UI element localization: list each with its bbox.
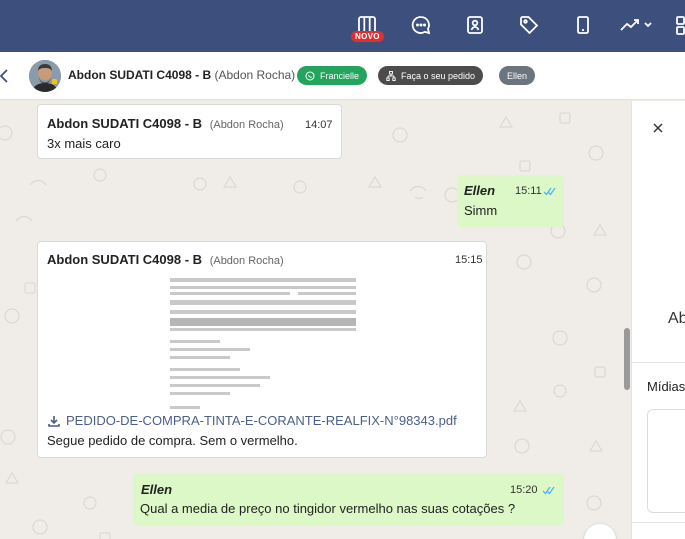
document-filename: PEDIDO-DE-COMPRA-TINTA-E-CORANTE-REALFIX… [66, 413, 457, 428]
avatar[interactable] [29, 60, 61, 92]
order-flow-chip[interactable]: Faça o seu pedido [378, 66, 484, 85]
contacts-icon[interactable] [464, 14, 486, 36]
download-icon [48, 415, 60, 427]
tag-icon[interactable] [518, 14, 540, 36]
chat-messages-area[interactable]: Abdon SUDATI C4098 - B (Abdon Rocha) 14:… [0, 101, 625, 539]
chip-label: Faça o seu pedido [401, 70, 476, 81]
contact-name: Abdon SUDATI C4098 - B (Abdon Rocha) [68, 68, 295, 82]
message-sender: Ellen [141, 482, 173, 497]
contact-display-name: Abdon SUDATI C4098 - B [68, 68, 212, 82]
outgoing-message[interactable]: Ellen 15:11 Simm [457, 175, 564, 227]
divider [632, 522, 685, 523]
incoming-document-message[interactable]: Abdon SUDATI C4098 - B (Abdon Rocha) 15:… [37, 241, 487, 458]
message-sender: Abdon SUDATI C4098 - B [47, 116, 203, 131]
grid-icon[interactable] [675, 14, 685, 36]
chat-header: Abdon SUDATI C4098 - B (Abdon Rocha) Fra… [0, 52, 685, 100]
incoming-message[interactable]: Abdon SUDATI C4098 - B (Abdon Rocha) 14:… [37, 104, 342, 159]
message-text: 3x mais caro [47, 136, 121, 151]
trend-icon[interactable] [620, 14, 654, 36]
read-receipt-icon [542, 486, 555, 495]
read-receipt-icon [543, 187, 556, 196]
assigned-agent-chip[interactable]: Ellen [499, 66, 536, 85]
message-sender-sub: (Abdon Rocha) [209, 119, 284, 131]
contact-sub-name: (Abdon Rocha) [214, 68, 296, 82]
chip-label: Francielle [320, 70, 360, 81]
whatsapp-icon [305, 71, 315, 80]
back-arrow-icon[interactable] [0, 66, 14, 86]
message-time: 15:11 [515, 185, 542, 197]
top-navigation-bar: NOVO [0, 0, 685, 52]
message-sender-sub: (Abdon Rocha) [209, 255, 284, 267]
document-preview-thumbnail[interactable] [168, 276, 360, 414]
media-gallery-box[interactable] [647, 409, 685, 513]
outgoing-message[interactable]: Ellen 15:20 Qual a media de preço no tin… [133, 473, 564, 525]
message-time: 15:20 [510, 484, 538, 496]
mobile-icon[interactable] [572, 14, 594, 36]
contact-details-panel: Ab Mídias [631, 101, 685, 539]
message-sender-line: Abdon SUDATI C4098 - B (Abdon Rocha) [47, 252, 284, 267]
whatsapp-channel-chip[interactable]: Francielle [297, 66, 368, 85]
close-icon[interactable] [652, 121, 664, 133]
message-time: 14:07 [305, 119, 333, 131]
chip-label: Ellen [507, 70, 528, 81]
message-text: Segue pedido de compra. Sem o vermelho. [47, 433, 298, 448]
flow-icon [386, 70, 396, 81]
chat-scrollbar[interactable] [623, 101, 631, 539]
divider [632, 362, 685, 363]
message-sender: Abdon SUDATI C4098 - B [47, 252, 203, 267]
document-download-link[interactable]: PEDIDO-DE-COMPRA-TINTA-E-CORANTE-REALFIX… [48, 413, 457, 428]
chat-bubble-icon[interactable] [410, 14, 432, 36]
media-section-title: Mídias [647, 379, 685, 394]
panel-contact-name: Ab [668, 310, 685, 327]
message-text: Qual a media de preço no tingidor vermel… [140, 501, 516, 516]
message-sender: Ellen [464, 183, 496, 198]
chat-scrollbar-thumb[interactable] [624, 328, 630, 390]
new-badge: NOVO [351, 31, 384, 42]
message-time: 15:15 [455, 254, 483, 266]
message-sender-line: Abdon SUDATI C4098 - B (Abdon Rocha) [47, 116, 284, 131]
message-text: Simm [464, 203, 498, 218]
